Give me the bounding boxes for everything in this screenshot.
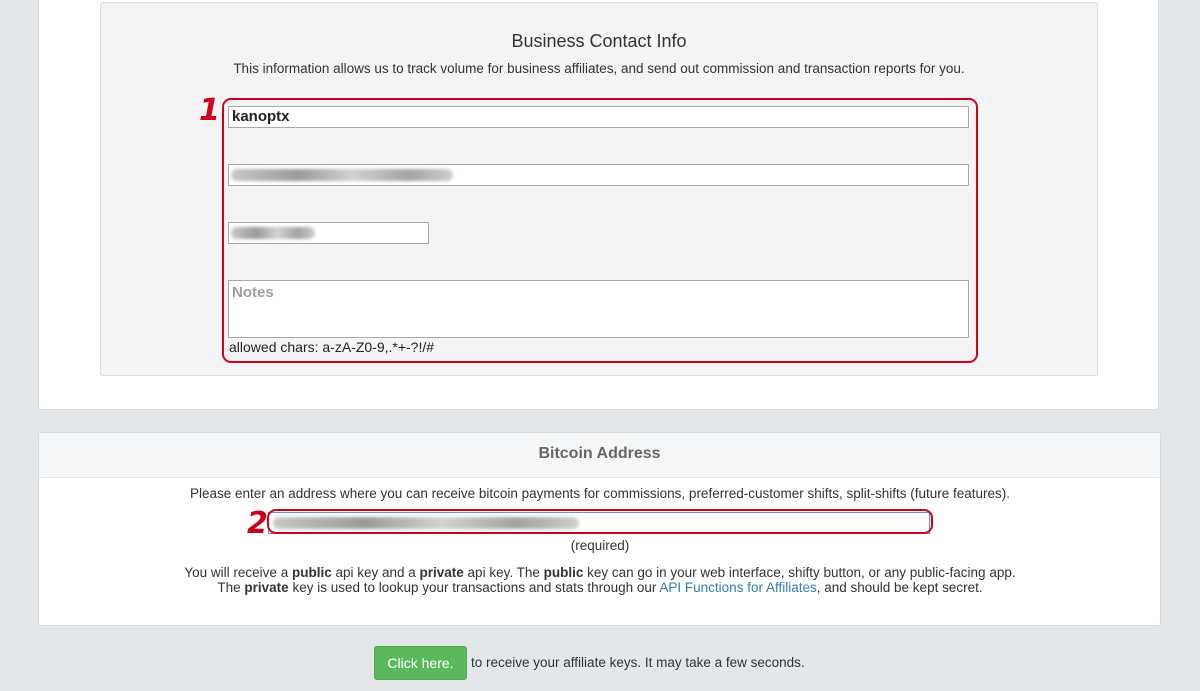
private-emphasis: private [244,580,289,595]
text-segment: api key and a [331,565,420,580]
text-segment: api key. The [463,565,544,580]
api-keys-info-line2: The private key is used to lookup your t… [0,580,1200,595]
business-description: This information allows us to track volu… [233,61,965,76]
notes-placeholder: Notes [232,284,274,301]
bitcoin-panel-header: Bitcoin Address [39,433,1160,478]
allowed-chars-hint: allowed chars: a-zA-Z0-9,.*+-?!/# [229,339,435,355]
text-segment: You will receive a [184,565,292,580]
api-functions-link[interactable]: API Functions for Affiliates [659,580,816,595]
business-email-input[interactable] [228,164,969,186]
required-label: (required) [570,538,630,553]
redacted-phone [231,227,315,239]
annotation-marker-1: 1 [199,93,220,128]
get-keys-button[interactable]: Click here. [374,646,467,680]
private-emphasis: private [419,565,464,580]
public-emphasis: public [291,565,332,580]
business-phone-input[interactable] [228,222,429,244]
business-name-input[interactable]: kanoptx [228,106,969,128]
text-segment: The [217,580,245,595]
text-segment: key is used to lookup your transactions … [288,580,660,595]
api-keys-info-line1: You will receive a public api key and a … [0,565,1200,580]
business-name-value: kanoptx [232,108,290,125]
public-emphasis: public [543,565,584,580]
text-segment: key can go in your web interface, shifty… [583,565,1016,580]
bitcoin-description: Please enter an address where you can re… [189,486,1011,501]
annotation-marker-2: 2 [247,506,268,541]
bitcoin-title: Bitcoin Address [538,445,661,462]
text-segment: , and should be kept secret. [816,580,983,595]
redacted-email [231,169,453,181]
notes-textarea[interactable]: Notes [228,280,969,338]
highlight-box-2 [267,509,933,534]
business-title: Business Contact Info [511,31,687,51]
get-keys-hint: to receive your affiliate keys. It may t… [471,655,805,670]
